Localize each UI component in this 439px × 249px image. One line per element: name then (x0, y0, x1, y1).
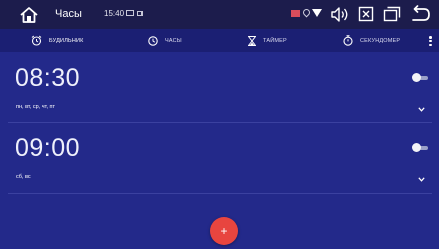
clock-icon (148, 35, 158, 46)
alarm-time[interactable]: 09:00 (15, 134, 80, 163)
chevron-down-icon[interactable] (418, 107, 425, 112)
status-time: 15:40 (104, 9, 125, 18)
location-icon (301, 7, 312, 18)
back-icon[interactable] (411, 5, 431, 22)
tab-timer-label: ТАЙМЕР (263, 37, 287, 44)
tab-stopwatch-label: СЕКУНДОМЕР (360, 37, 401, 44)
add-alarm-button[interactable]: + (210, 217, 238, 245)
cast-icon (137, 11, 143, 16)
alarm-item[interactable]: 08:30 пн, вт, ср, чт, пт (0, 52, 439, 122)
system-status-bar: Часы 15:40 (0, 0, 439, 29)
alarm-clock-icon (31, 35, 42, 46)
tab-alarm[interactable]: БУДИЛЬНИК (31, 29, 84, 52)
alarm-days: пн, вт, ср, чт, пт (16, 104, 56, 110)
volume-icon[interactable] (330, 6, 350, 23)
stopwatch-icon (343, 35, 353, 46)
tab-bar: БУДИЛЬНИК ЧАСЫ ТАЙМЕР СЕКУНДОМЕР (0, 29, 439, 52)
home-icon[interactable] (20, 7, 38, 23)
tab-clock[interactable]: ЧАСЫ (148, 29, 182, 52)
tab-timer[interactable]: ТАЙМЕР (248, 29, 287, 52)
tab-alarm-label: БУДИЛЬНИК (49, 37, 84, 44)
recent-apps-icon[interactable] (383, 6, 401, 22)
alarm-time[interactable]: 08:30 (15, 64, 80, 93)
plus-icon: + (220, 223, 228, 238)
app-title: Часы (55, 8, 82, 20)
alarm-toggle[interactable] (412, 73, 429, 83)
message-icon (126, 10, 134, 16)
divider (8, 193, 432, 194)
wifi-icon (312, 9, 322, 17)
alarm-item[interactable]: 09:00 сб, вс (0, 123, 439, 193)
alarm-days: сб, вс (16, 174, 31, 180)
hourglass-icon (248, 35, 256, 46)
signal-icon (291, 10, 300, 17)
tab-stopwatch[interactable]: СЕКУНДОМЕР (343, 29, 400, 52)
chevron-down-icon[interactable] (418, 177, 425, 182)
tab-clock-label: ЧАСЫ (165, 37, 182, 44)
alarm-toggle[interactable] (412, 143, 429, 153)
close-window-icon[interactable] (358, 6, 374, 22)
more-options-icon[interactable] (429, 36, 432, 47)
